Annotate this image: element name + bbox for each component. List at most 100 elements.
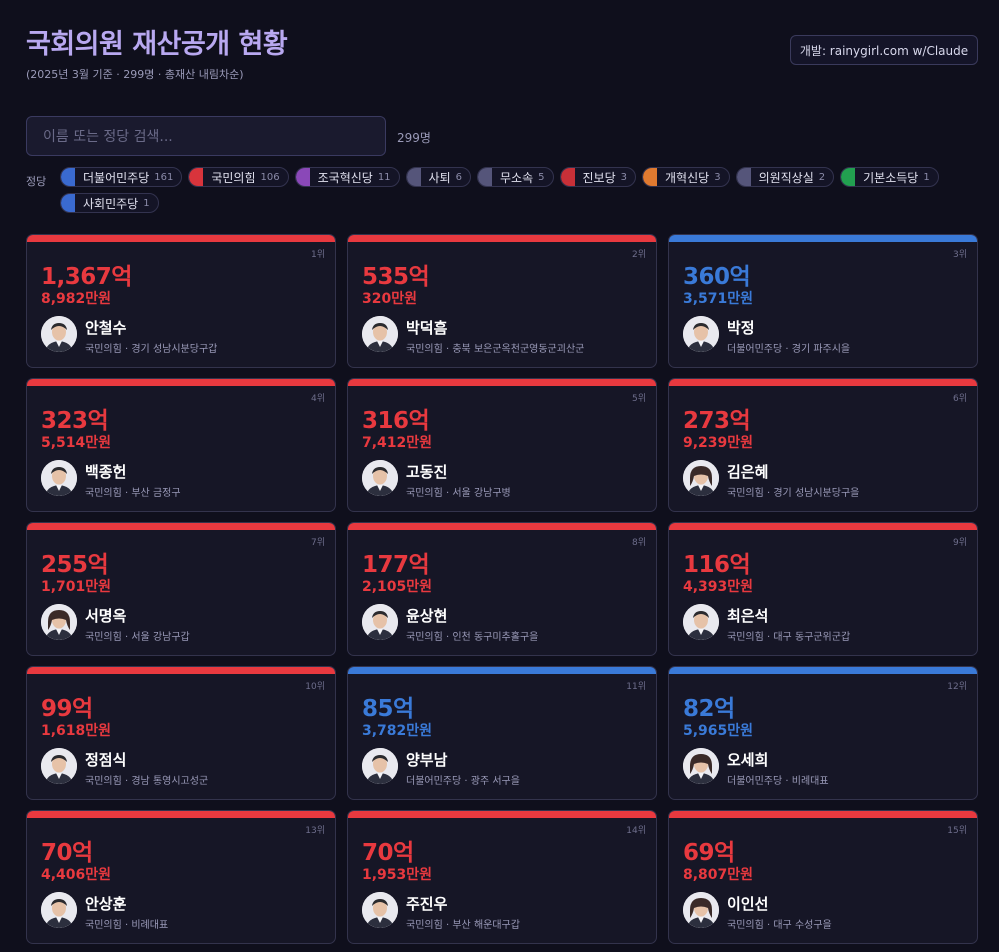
party-chip[interactable]: 국민의힘 106 <box>188 167 289 187</box>
member-party: 국민의힘 <box>406 632 443 643</box>
member-region: 비례대표 <box>131 920 169 931</box>
asset-eok: 69억 <box>683 840 735 866</box>
party-color-bar <box>27 523 335 530</box>
member-party: 더불어민주당 <box>727 776 783 787</box>
party-chip-label: 개혁신당 <box>665 170 710 185</box>
member-card[interactable]: 1위 1,367억 8,982만원 안철수 국민의힘 · 경기 성남시분당구갑 <box>26 234 336 368</box>
member-card[interactable]: 3위 360억 3,571만원 박정 더불어민주당 · 경기 파주시을 <box>668 234 978 368</box>
party-color-dot-icon <box>560 168 575 186</box>
party-chip-label: 조국혁신당 <box>317 170 373 185</box>
party-color-dot-icon <box>406 168 421 186</box>
separator: · <box>121 776 132 787</box>
party-color-dot-icon <box>189 168 204 186</box>
asset-eok: 535억 <box>362 264 430 290</box>
search-input[interactable]: 이름 또는 정당 검색... <box>26 116 386 156</box>
party-color-bar <box>669 379 977 386</box>
rank-label: 5위 <box>631 394 646 404</box>
party-chip-count: 1 <box>923 171 930 183</box>
page-title: 국회의원 재산공개 현황 <box>26 29 288 60</box>
party-chip-count: 6 <box>455 171 463 183</box>
asset-eok: 85억 <box>362 696 414 722</box>
party-chip[interactable]: 사회민주당 1 <box>60 193 159 213</box>
member-party: 국민의힘 <box>85 632 122 643</box>
member-region: 경기 파주시을 <box>791 344 851 355</box>
party-color-bar <box>27 379 335 386</box>
asset-eok: 323억 <box>41 408 109 434</box>
party-chip-label: 사회민주당 <box>83 196 139 211</box>
member-card[interactable]: 4위 323억 5,514만원 백종헌 국민의힘 · 부산 금정구 <box>26 378 336 512</box>
developer-link-button[interactable]: 개발: rainygirl.com w/Claude <box>790 35 978 65</box>
party-color-bar <box>669 523 977 530</box>
member-info: 국민의힘 · 비례대표 <box>85 916 168 931</box>
member-card[interactable]: 15위 69억 8,807만원 이인선 국민의힘 · 대구 수성구을 <box>668 810 978 944</box>
party-color-dot-icon <box>478 168 493 186</box>
party-color-bar <box>348 379 656 386</box>
member-card[interactable]: 7위 255억 1,701만원 서명옥 국민의힘 · 서울 강남구갑 <box>26 522 336 656</box>
member-region: 부산 해운대구갑 <box>452 920 520 931</box>
party-chip-count: 11 <box>377 171 391 183</box>
party-chip[interactable]: 조국혁신당 11 <box>294 167 400 187</box>
party-color-bar <box>348 523 656 530</box>
avatar <box>362 460 398 496</box>
party-color-bar <box>669 235 977 242</box>
member-region: 대구 동구군위군갑 <box>773 632 851 643</box>
member-party: 국민의힘 <box>85 776 122 787</box>
party-color-bar <box>27 667 335 674</box>
party-chip-label: 국민의힘 <box>211 170 256 185</box>
member-card[interactable]: 10위 99억 1,618만원 정점식 국민의힘 · 경남 통영시고성군 <box>26 666 336 800</box>
asset-man: 7,412만원 <box>362 435 433 451</box>
asset-man: 3,571만원 <box>683 291 754 307</box>
avatar <box>362 748 398 784</box>
member-card[interactable]: 14위 70억 1,953만원 주진우 국민의힘 · 부산 해운대구갑 <box>347 810 657 944</box>
separator: · <box>121 632 132 643</box>
party-chip[interactable]: 진보당 3 <box>559 167 637 187</box>
member-name: 김은혜 <box>727 463 769 481</box>
member-info: 국민의힘 · 경기 성남시분당구을 <box>727 484 859 499</box>
avatar <box>362 316 398 352</box>
party-color-bar <box>669 811 977 818</box>
party-filter-chips: 더불어민주당 161 국민의힘 106 조국혁신당 11 사퇴 6 무소속 5 진보당 3 개혁신당 3 의… <box>60 167 940 213</box>
party-chip[interactable]: 더불어민주당 161 <box>60 167 183 187</box>
member-info: 더불어민주당 · 비례대표 <box>727 772 829 787</box>
rank-label: 15위 <box>947 826 967 836</box>
member-card[interactable]: 6위 273억 9,239만원 김은혜 국민의힘 · 경기 성남시분당구을 <box>668 378 978 512</box>
member-card[interactable]: 8위 177억 2,105만원 윤상현 국민의힘 · 인천 동구미추홀구을 <box>347 522 657 656</box>
rank-label: 14위 <box>626 826 646 836</box>
party-chip[interactable]: 무소속 5 <box>477 167 554 187</box>
member-info: 국민의힘 · 인천 동구미추홀구을 <box>406 628 538 643</box>
party-chip[interactable]: 개혁신당 3 <box>642 167 730 187</box>
party-chip-label: 사퇴 <box>428 170 451 185</box>
party-chip[interactable]: 의원직상실 2 <box>735 167 835 187</box>
party-chip-label: 진보당 <box>582 170 616 185</box>
member-info: 국민의힘 · 대구 수성구을 <box>727 916 832 931</box>
member-card[interactable]: 2위 535억 320만원 박덕흠 국민의힘 · 충북 보은군옥천군영동군괴산군 <box>347 234 657 368</box>
party-chip-count: 1 <box>143 197 150 209</box>
member-card[interactable]: 5위 316억 7,412만원 고동진 국민의힘 · 서울 강남구병 <box>347 378 657 512</box>
member-party: 국민의힘 <box>406 488 443 499</box>
member-info: 더불어민주당 · 경기 파주시을 <box>727 340 850 355</box>
party-color-dot-icon <box>643 168 658 186</box>
member-info: 국민의힘 · 부산 해운대구갑 <box>406 916 520 931</box>
member-party: 국민의힘 <box>727 920 764 931</box>
member-card[interactable]: 11위 85억 3,782만원 양부남 더불어민주당 · 광주 서구을 <box>347 666 657 800</box>
avatar <box>683 748 719 784</box>
member-card[interactable]: 9위 116억 4,393만원 최은석 국민의힘 · 대구 동구군위군갑 <box>668 522 978 656</box>
party-chip-count: 5 <box>538 171 545 183</box>
party-chip-label: 기본소득당 <box>863 170 919 185</box>
member-card[interactable]: 13위 70억 4,406만원 안상훈 국민의힘 · 비례대표 <box>26 810 336 944</box>
avatar <box>362 892 398 928</box>
member-name: 안철수 <box>85 319 127 337</box>
member-region: 경남 통영시고성군 <box>131 776 209 787</box>
separator: · <box>121 488 132 499</box>
asset-eok: 82억 <box>683 696 735 722</box>
member-region: 부산 금정구 <box>131 488 181 499</box>
member-region: 충북 보은군옥천군영동군괴산군 <box>452 344 585 355</box>
asset-eok: 99억 <box>41 696 93 722</box>
party-color-bar <box>348 667 656 674</box>
party-chip[interactable]: 기본소득당 1 <box>840 167 939 187</box>
rank-label: 11위 <box>626 682 646 692</box>
party-chip[interactable]: 사퇴 6 <box>405 167 472 187</box>
separator: · <box>121 344 132 355</box>
member-card[interactable]: 12위 82억 5,965만원 오세희 더불어민주당 · 비례대표 <box>668 666 978 800</box>
member-info: 국민의힘 · 부산 금정구 <box>85 484 181 499</box>
